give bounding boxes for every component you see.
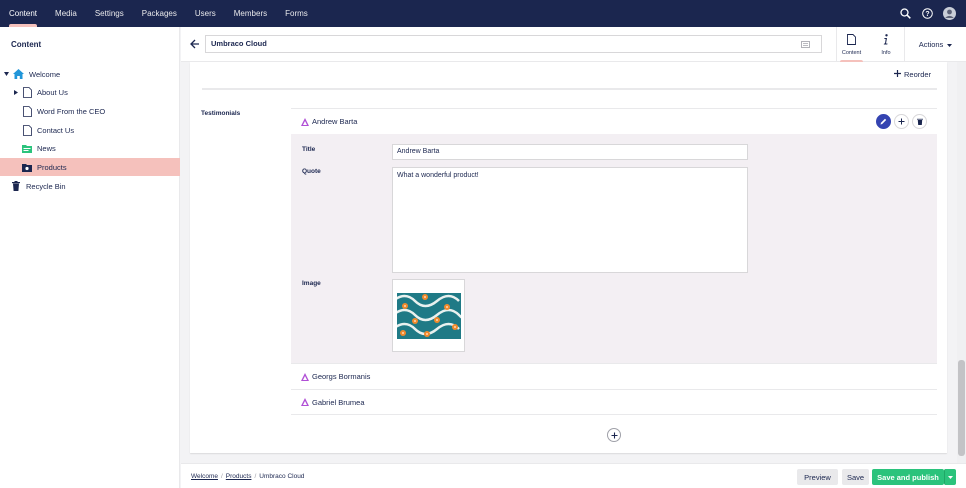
trash-icon [11, 180, 21, 192]
nav-item-packages[interactable]: Packages [133, 0, 186, 27]
block-element-icon [301, 398, 309, 406]
tree-item-label: Products [37, 162, 67, 172]
nav-item-forms[interactable]: Forms [276, 0, 317, 27]
breadcrumb-separator: / [220, 473, 223, 480]
preview-button[interactable]: Preview [797, 469, 838, 485]
tab-label: Info [881, 49, 891, 56]
tree-item-label: Word From the CEO [37, 106, 106, 116]
actions-label: Actions [918, 40, 944, 49]
search-icon[interactable] [899, 7, 912, 20]
caret-down-icon [948, 475, 953, 479]
info-icon [883, 33, 889, 47]
nav-item-settings[interactable]: Settings [86, 0, 133, 27]
block-item-header[interactable]: Gabriel Brumea [291, 389, 937, 415]
field-label-title: Title [302, 146, 316, 153]
image-thumbnail [396, 292, 461, 339]
breadcrumb-separator: / [254, 473, 257, 480]
tree-item-products[interactable]: Products [0, 158, 180, 176]
add-block-button[interactable] [607, 428, 621, 442]
caret-down-icon [947, 40, 953, 49]
editor-header: Umbraco Cloud Content Info Actions [181, 27, 966, 62]
block-name: Gabriel Brumea [312, 397, 365, 407]
tab-label: Content [841, 49, 862, 56]
block-name: Georgs Bormanis [312, 372, 371, 381]
title-input[interactable]: Andrew Barta [392, 144, 748, 160]
breadcrumb-current: Umbraco Cloud [259, 473, 305, 480]
plus-icon [611, 432, 617, 438]
block-item-editor: Title Andrew Barta Quote What a wonderfu… [291, 134, 937, 363]
save-button[interactable]: Save [842, 469, 869, 485]
image-picker-thumbnail[interactable] [392, 279, 465, 352]
property-label-testimonials: Testimonials [201, 110, 241, 117]
nav-item-members[interactable]: Members [225, 0, 276, 27]
tree-item-welcome[interactable]: Welcome [0, 65, 180, 83]
tree-item-label: Welcome [29, 69, 61, 79]
top-navigation: Content Media Settings Packages Users Me… [0, 0, 966, 27]
block-name: Andrew Barta [312, 117, 358, 126]
alias-lock-icon[interactable] [801, 41, 810, 48]
breadcrumb: Welcome / Products / Umbraco Cloud [191, 473, 304, 480]
tree-item-contact-us[interactable]: Contact Us [0, 121, 180, 139]
tree-item-about-us[interactable]: About Us [0, 83, 180, 101]
document-icon [22, 124, 32, 136]
quote-textarea[interactable]: What a wonderful product! [392, 167, 748, 273]
field-label-quote: Quote [302, 168, 321, 175]
publish-options-caret[interactable] [944, 469, 956, 485]
tree-item-word-from-ceo[interactable]: Word From the CEO [0, 102, 180, 120]
block-element-icon [301, 372, 309, 381]
back-arrow-icon[interactable] [190, 39, 200, 49]
reorder-label: Reorder [904, 70, 932, 79]
block-element-icon [301, 117, 309, 126]
tree-item-label: News [37, 143, 56, 153]
news-folder-icon [22, 142, 32, 154]
block-item-header[interactable]: Andrew Barta [291, 108, 937, 134]
content-tree-sidebar: Content Welcome About Us Word From the C… [0, 27, 180, 488]
user-avatar[interactable] [943, 7, 956, 20]
breadcrumb-link-products[interactable]: Products [226, 473, 252, 480]
caret-right-icon[interactable] [13, 89, 19, 95]
nav-item-content[interactable]: Content [0, 0, 46, 27]
actions-dropdown[interactable]: Actions [904, 27, 966, 62]
tab-content[interactable]: Content [836, 27, 866, 62]
block-actions [876, 114, 927, 129]
home-icon [12, 68, 24, 80]
products-folder-icon [22, 161, 32, 173]
document-icon [22, 86, 32, 98]
breadcrumb-link-welcome[interactable]: Welcome [191, 473, 218, 480]
tree-item-label: Contact Us [37, 125, 75, 135]
field-label-image: Image [302, 280, 321, 287]
edit-button[interactable] [876, 114, 891, 129]
nav-item-users[interactable]: Users [186, 0, 225, 27]
svg-text:?: ? [925, 11, 929, 18]
document-icon [22, 105, 32, 117]
tree-item-news[interactable]: News [0, 139, 180, 157]
section-divider [202, 88, 937, 90]
block-item-header[interactable]: Georgs Bormanis [291, 363, 937, 389]
tree-item-label: About Us [37, 87, 68, 97]
tree-item-label: Recycle Bin [26, 181, 66, 191]
delete-button[interactable] [912, 114, 927, 129]
document-icon [847, 33, 856, 47]
tab-info[interactable]: Info [871, 27, 901, 62]
help-icon[interactable]: ? [921, 7, 934, 20]
scrollbar-thumb[interactable] [958, 360, 965, 456]
nav-item-media[interactable]: Media [46, 0, 86, 27]
editor-footer: Welcome / Products / Umbraco Cloud Previ… [181, 463, 966, 488]
plus-icon [894, 70, 901, 79]
sidebar-title: Content [11, 40, 42, 49]
content-panel: Reorder Testimonials Andrew Barta Title … [190, 62, 947, 453]
caret-down-icon[interactable] [3, 71, 9, 77]
copy-button[interactable] [894, 114, 909, 129]
tree-item-recycle-bin[interactable]: Recycle Bin [0, 177, 180, 195]
node-name-input[interactable]: Umbraco Cloud [205, 35, 822, 53]
save-and-publish-button[interactable]: Save and publish [872, 469, 944, 485]
reorder-button[interactable]: Reorder [894, 70, 931, 79]
